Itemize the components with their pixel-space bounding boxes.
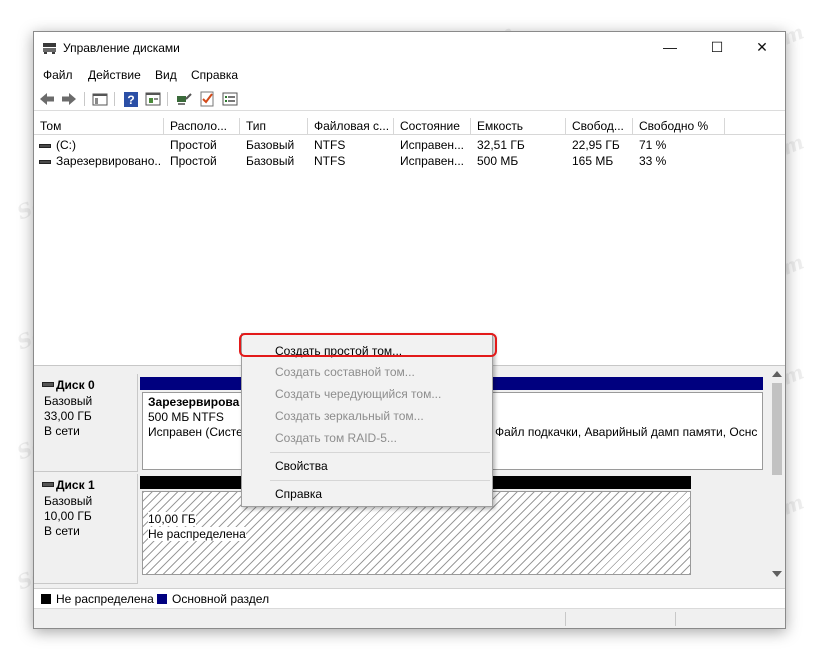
partition-size-fs: 500 МБ NTFS [148, 410, 224, 424]
console-tree-icon[interactable] [91, 90, 109, 108]
volume-icon [39, 160, 51, 164]
cell-filesystem: NTFS [314, 154, 346, 168]
check-icon[interactable] [198, 90, 216, 108]
properties-icon[interactable] [144, 90, 162, 108]
col-header-empty [725, 118, 785, 135]
disk-1-label[interactable]: Диск 1 Базовый 10,00 ГБ В сети [34, 474, 138, 584]
cell-layout: Простой [170, 138, 217, 152]
cell-layout: Простой [170, 154, 217, 168]
cell-type: Базовый [246, 154, 295, 168]
minimize-button[interactable]: — [647, 32, 693, 62]
disk-view-scrollbar[interactable] [769, 369, 785, 581]
cell-capacity: 500 МБ [477, 154, 519, 168]
menu-item-new-striped-volume[interactable]: Создать чередующийся том... [275, 387, 441, 401]
svg-text:?: ? [127, 93, 134, 107]
help-icon[interactable]: ? [122, 90, 140, 108]
menu-bar: Файл Действие Вид Справка [34, 65, 785, 85]
disk-status: В сети [44, 424, 80, 438]
toolbar: ? [34, 88, 785, 111]
toolbar-separator [167, 92, 168, 106]
col-header-status[interactable]: Состояние [394, 118, 471, 135]
connect-icon[interactable] [175, 90, 193, 108]
volume-list: Том Располо... Тип Файловая с... Состоян… [34, 118, 785, 366]
toolbar-separator [114, 92, 115, 106]
scroll-down-arrow-icon[interactable] [772, 571, 782, 577]
list-icon[interactable] [221, 90, 239, 108]
menu-action[interactable]: Действие [88, 68, 141, 82]
highlight-frame [239, 333, 497, 357]
scrollbar-thumb[interactable] [772, 383, 782, 475]
col-header-free-percent[interactable]: Свободно % [633, 118, 725, 135]
disk-size: 33,00 ГБ [44, 409, 92, 423]
col-header-layout[interactable]: Располо... [164, 118, 240, 135]
disk-size: 10,00 ГБ [44, 509, 92, 523]
menu-view[interactable]: Вид [155, 68, 177, 82]
cell-type: Базовый [246, 138, 295, 152]
reserved-partition[interactable]: Зарезервирова 500 МБ NTFS Исправен (Сист… [142, 392, 243, 470]
legend-unallocated: Не распределена [56, 592, 154, 606]
col-header-type[interactable]: Тип [240, 118, 308, 135]
cell-free-space: 22,95 ГБ [572, 138, 620, 152]
cell-capacity: 32,51 ГБ [477, 138, 525, 152]
maximize-button[interactable]: ☐ [694, 32, 740, 62]
menu-item-new-raid5-volume[interactable]: Создать том RAID-5... [275, 431, 397, 445]
col-header-free-space[interactable]: Свобод... [566, 118, 633, 135]
disk-management-window: Управление дисками — ☐ ✕ Файл Действие В… [33, 31, 786, 629]
legend-primary: Основной раздел [172, 592, 270, 606]
menu-item-help[interactable]: Справка [275, 487, 322, 501]
status-bar [34, 608, 785, 628]
disk-icon [42, 382, 54, 387]
partition-state: Не распределена [148, 527, 246, 541]
legend-swatch-primary [157, 594, 167, 604]
cell-volume: Зарезервировано... [56, 154, 162, 168]
menu-help[interactable]: Справка [191, 68, 238, 82]
menu-separator [270, 452, 490, 453]
menu-item-new-mirrored-volume[interactable]: Создать зеркальный том... [275, 409, 424, 423]
menu-separator [270, 480, 490, 481]
partition-status: Файл подкачки, Аварийный дамп памяти, Ос… [495, 425, 758, 439]
partition-status: Исправен (Систе [148, 425, 243, 439]
disk-name: Диск 1 [56, 478, 95, 492]
cell-filesystem: NTFS [314, 138, 346, 152]
menu-item-properties[interactable]: Свойства [275, 459, 328, 473]
cell-free-percent: 33 % [639, 154, 667, 168]
toolbar-separator [84, 92, 85, 106]
menu-item-new-spanned-volume[interactable]: Создать составной том... [275, 365, 415, 379]
status-divider [675, 612, 676, 626]
title-bar: Управление дисками — ☐ ✕ [34, 32, 785, 64]
cell-volume: (C:) [56, 138, 76, 152]
menu-file[interactable]: Файл [43, 68, 73, 82]
disk-name: Диск 0 [56, 378, 95, 392]
cell-status: Исправен... [400, 138, 465, 152]
disk-type: Базовый [44, 494, 93, 508]
col-header-filesystem[interactable]: Файловая с... [308, 118, 394, 135]
cell-free-percent: 71 % [639, 138, 667, 152]
cell-free-space: 165 МБ [572, 154, 614, 168]
context-menu: Создать простой том... Создать составной… [241, 333, 493, 507]
window-title: Управление дисками [63, 41, 180, 55]
status-divider [565, 612, 566, 626]
disk-0-label[interactable]: Диск 0 Базовый 33,00 ГБ В сети [34, 374, 138, 472]
partition-size: 10,00 ГБ [148, 512, 196, 526]
back-icon[interactable] [38, 90, 56, 108]
disk-icon [42, 482, 54, 487]
scroll-up-arrow-icon[interactable] [772, 371, 782, 377]
cell-status: Исправен... [400, 154, 465, 168]
partition-label: Зарезервирова [148, 395, 240, 409]
legend-swatch-unallocated [41, 594, 51, 604]
col-header-capacity[interactable]: Емкость [471, 118, 566, 135]
disk-status: В сети [44, 524, 80, 538]
legend: Не распределена Основной раздел [34, 588, 785, 609]
volume-icon [39, 144, 51, 148]
disk-type: Базовый [44, 394, 93, 408]
forward-icon[interactable] [60, 90, 78, 108]
disk-management-icon [43, 43, 56, 54]
close-button[interactable]: ✕ [739, 32, 785, 62]
col-header-volume[interactable]: Том [34, 118, 164, 135]
